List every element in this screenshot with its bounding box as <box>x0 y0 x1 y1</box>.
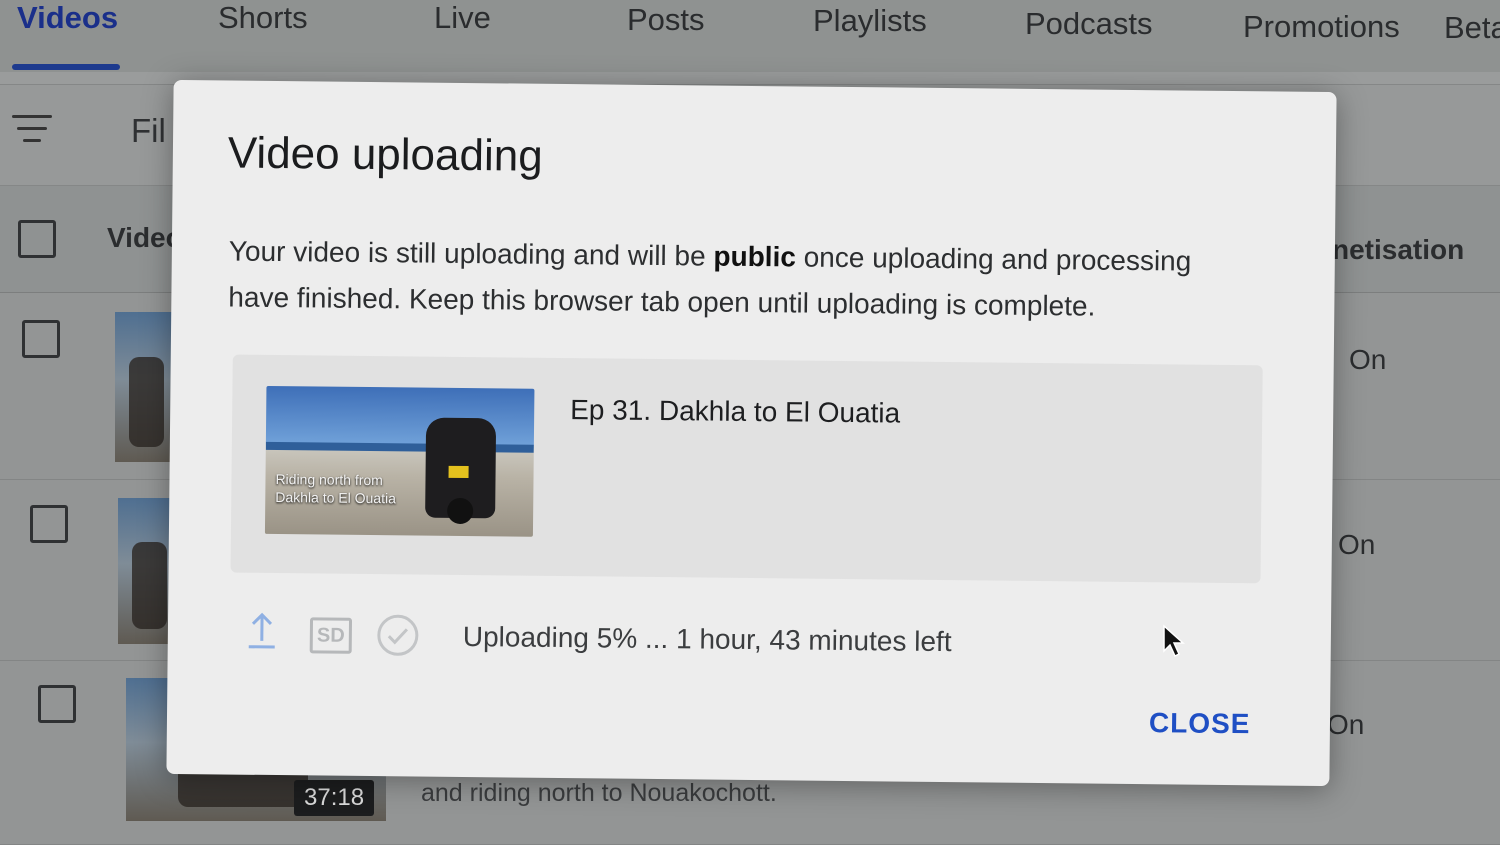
content-tabs: Videos Shorts Live Posts Playlists Podca… <box>0 0 1500 72</box>
upload-status: SD Uploading 5% ... 1 hour, 43 minutes l… <box>243 611 1043 667</box>
filter-icon[interactable] <box>12 113 52 147</box>
dialog-title: Video uploading <box>227 128 543 181</box>
beta-badge: Beta <box>1444 10 1500 45</box>
row-checkbox[interactable] <box>22 320 60 358</box>
filter-input[interactable]: Fil <box>131 112 166 150</box>
monetisation-status: On <box>1338 529 1376 560</box>
video-card: Riding north from Dakhla to El Ouatia Ep… <box>230 354 1263 584</box>
tab-live[interactable]: Live <box>434 0 491 36</box>
dialog-message: Your video is still uploading and will b… <box>228 229 1239 332</box>
monetisation-status: On <box>1349 344 1387 375</box>
upload-dialog: Video uploading Your video is still uplo… <box>166 79 1337 787</box>
tab-podcasts[interactable]: Podcasts <box>1025 6 1153 42</box>
mouse-cursor-icon <box>1163 624 1185 658</box>
tab-posts[interactable]: Posts <box>627 2 705 38</box>
row-checkbox[interactable] <box>38 685 76 723</box>
tab-playlists[interactable]: Playlists <box>813 3 927 39</box>
close-button[interactable]: CLOSE <box>1149 707 1251 740</box>
video-description: and riding north to Nouakochott. <box>421 779 777 807</box>
video-title: Ep 31. Dakhla to El Ouatia <box>570 394 901 429</box>
monetisation-status: On <box>1327 709 1365 740</box>
column-header-monetisation: netisation <box>1332 234 1465 265</box>
upload-progress-text: Uploading 5% ... 1 hour, 43 minutes left <box>462 620 952 658</box>
sd-quality-icon: SD <box>309 617 353 654</box>
tab-shorts[interactable]: Shorts <box>218 0 308 36</box>
tab-promotions[interactable]: Promotions <box>1243 9 1400 45</box>
row-checkbox[interactable] <box>30 505 68 543</box>
checks-icon <box>377 614 419 656</box>
upload-arrow-icon <box>248 612 275 649</box>
tab-videos[interactable]: Videos <box>17 0 118 36</box>
video-duration: 37:18 <box>294 780 375 816</box>
message-text: Your video is still uploading and will b… <box>228 235 714 272</box>
video-thumbnail: Riding north from Dakhla to El Ouatia <box>264 385 535 537</box>
active-tab-indicator <box>12 64 120 70</box>
visibility-label: public <box>713 240 797 273</box>
select-all-checkbox[interactable] <box>18 220 56 258</box>
thumbnail-caption: Riding north from Dakhla to El Ouatia <box>275 471 397 507</box>
